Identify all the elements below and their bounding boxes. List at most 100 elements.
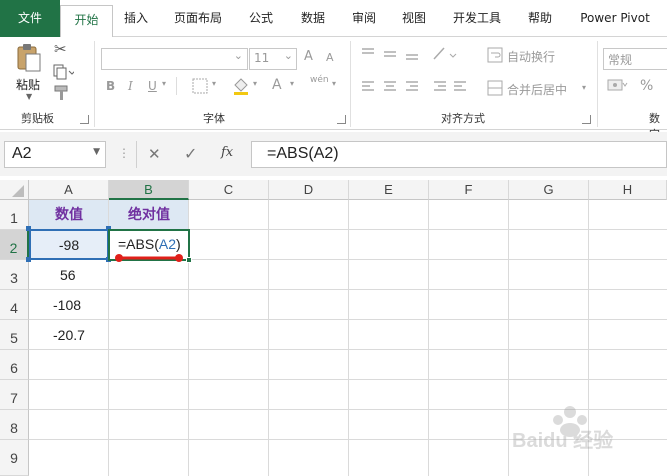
wrap-text-label[interactable]: 自动换行 xyxy=(507,48,555,65)
font-group-label: 字体 xyxy=(203,112,225,125)
tab-home[interactable]: 开始 xyxy=(60,5,113,40)
watermark-text: Baidu 经验 xyxy=(512,430,614,452)
italic-button[interactable]: I xyxy=(128,79,133,93)
annotation-underline xyxy=(113,253,189,268)
cell-a5[interactable]: -20.7 xyxy=(29,320,109,350)
chevron-down-icon[interactable]: ▾ xyxy=(253,79,257,88)
tab-review[interactable]: 审阅 xyxy=(343,0,385,37)
cell-a1[interactable]: 数值 xyxy=(29,200,109,230)
reference-highlight-a2 xyxy=(29,229,109,260)
tab-formulas[interactable]: 公式 xyxy=(240,0,282,37)
reference-handle xyxy=(26,257,31,262)
borders-icon[interactable] xyxy=(192,78,208,97)
number-format-dropdown[interactable]: 常规 xyxy=(603,48,667,70)
gridline xyxy=(348,200,349,476)
divider xyxy=(176,77,177,95)
font-size-dropdown[interactable]: 11 ⌄ xyxy=(249,48,297,70)
bold-button[interactable]: B xyxy=(106,79,115,93)
tab-page-layout[interactable]: 页面布局 xyxy=(165,0,231,37)
font-color-icon[interactable]: A xyxy=(272,77,282,93)
tab-insert[interactable]: 插入 xyxy=(115,0,157,37)
baidu-watermark: Baidu 经验 xyxy=(510,402,660,465)
column-header-a[interactable]: A xyxy=(29,180,109,200)
percent-button[interactable]: % xyxy=(640,78,653,94)
column-header-b[interactable]: B xyxy=(109,180,189,200)
chevron-down-icon[interactable]: ▾ xyxy=(332,79,336,88)
alignment-group-label: 对齐方式 xyxy=(441,112,485,125)
tab-view[interactable]: 视图 xyxy=(393,0,435,37)
group-divider xyxy=(350,41,351,127)
row-header-1[interactable]: 1 xyxy=(0,200,29,230)
gridline xyxy=(29,349,667,350)
divider xyxy=(136,141,137,168)
clipboard-launcher-icon[interactable] xyxy=(80,115,89,124)
gridline xyxy=(29,379,667,380)
grow-font-icon[interactable]: A xyxy=(304,49,313,64)
chevron-down-icon: ⌄ xyxy=(233,49,243,62)
row-header-9[interactable]: 9 xyxy=(0,440,29,476)
cell-a4[interactable]: -108 xyxy=(29,290,109,320)
more-options-icon[interactable]: ⋮ xyxy=(118,146,130,160)
merge-center-label[interactable]: 合并后居中 xyxy=(507,81,567,98)
tab-power-pivot[interactable]: Power Pivot xyxy=(570,0,660,37)
column-header-e[interactable]: E xyxy=(349,180,429,200)
row-header-4[interactable]: 4 xyxy=(0,290,29,320)
align-top-icon[interactable] xyxy=(360,47,424,64)
row-header-2[interactable]: 2 xyxy=(0,230,29,260)
orientation-icon[interactable] xyxy=(432,45,458,64)
gridline xyxy=(508,200,509,476)
font-name-dropdown[interactable]: ⌄ xyxy=(101,48,248,70)
tab-file[interactable]: 文件 xyxy=(0,0,60,37)
merge-center-icon[interactable] xyxy=(487,80,503,99)
select-all-corner[interactable] xyxy=(0,180,29,200)
fill-color-icon[interactable] xyxy=(232,77,250,98)
cell-a3[interactable]: 56 xyxy=(29,260,109,290)
column-header-c[interactable]: C xyxy=(189,180,269,200)
column-header-d[interactable]: D xyxy=(269,180,349,200)
row-header-8[interactable]: 8 xyxy=(0,410,29,440)
group-divider xyxy=(597,41,598,127)
paste-button-label[interactable]: 粘贴 xyxy=(16,76,40,93)
row-header-3[interactable]: 3 xyxy=(0,260,29,290)
row-header-7[interactable]: 7 xyxy=(0,380,29,410)
row-header-5[interactable]: 5 xyxy=(0,320,29,350)
wrap-text-icon[interactable] xyxy=(487,47,503,66)
cancel-icon[interactable]: ✕ xyxy=(148,145,161,163)
shrink-font-icon[interactable]: A xyxy=(326,51,334,64)
underline-button[interactable]: U xyxy=(148,79,157,93)
indent-icon[interactable] xyxy=(432,80,472,97)
paste-icon[interactable] xyxy=(16,43,42,73)
formula-text: =ABS(A2) xyxy=(267,145,339,162)
chevron-down-icon[interactable]: ▾ xyxy=(582,83,586,92)
align-left-center-right-icon[interactable] xyxy=(360,80,424,97)
name-box-value: A2 xyxy=(12,145,32,162)
chevron-down-icon[interactable]: ▾ xyxy=(212,79,216,88)
alignment-launcher-icon[interactable] xyxy=(582,115,591,124)
tab-help[interactable]: 帮助 xyxy=(519,0,561,37)
accounting-format-icon[interactable] xyxy=(607,77,629,96)
gridline xyxy=(29,319,667,320)
name-box[interactable]: A2 ▼ xyxy=(4,141,106,168)
gridline xyxy=(29,289,667,290)
font-launcher-icon[interactable] xyxy=(337,115,346,124)
copy-icon[interactable] xyxy=(52,64,76,83)
cut-icon[interactable]: ✂ xyxy=(54,40,67,58)
cell-b1[interactable]: 绝对值 xyxy=(109,200,189,230)
enter-icon[interactable]: ✓ xyxy=(184,144,197,163)
clipboard-group-label: 剪贴板 xyxy=(21,112,54,125)
chevron-down-icon[interactable]: ▾ xyxy=(162,79,166,88)
reference-handle xyxy=(26,226,31,231)
paste-chevron-down-icon[interactable]: ▼ xyxy=(26,92,32,101)
insert-function-icon[interactable]: fx xyxy=(221,145,233,160)
column-header-g[interactable]: G xyxy=(509,180,589,200)
column-header-f[interactable]: F xyxy=(429,180,509,200)
ribbon-home: 粘贴 ▼ ✂ 剪贴板 ⌄ 11 ⌄ A A B I U ▾ ▾ ▾ A ▾ wé… xyxy=(0,37,667,141)
tab-developer[interactable]: 开发工具 xyxy=(444,0,510,37)
chevron-down-icon[interactable]: ▾ xyxy=(290,79,294,88)
phonetic-guide-icon[interactable]: wén xyxy=(310,75,329,85)
row-header-6[interactable]: 6 xyxy=(0,350,29,380)
format-painter-icon[interactable] xyxy=(53,85,71,104)
tab-data[interactable]: 数据 xyxy=(292,0,334,37)
column-header-h[interactable]: H xyxy=(589,180,667,200)
formula-input[interactable]: =ABS(A2) xyxy=(251,141,667,168)
